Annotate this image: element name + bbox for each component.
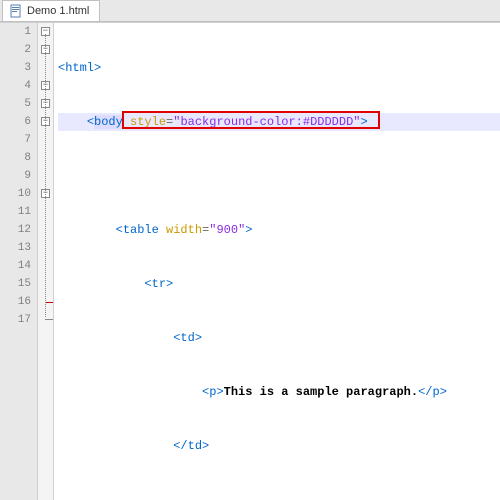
code-line[interactable]: <tr>	[58, 275, 500, 293]
code-line[interactable]	[58, 491, 500, 500]
file-icon	[9, 4, 23, 18]
tab-bar: Demo 1.html	[0, 0, 500, 22]
code-line[interactable]: <body style="background-color:#DDDDDD">	[58, 113, 500, 131]
code-line[interactable]	[58, 167, 500, 185]
code-line[interactable]: <html>	[58, 59, 500, 77]
file-tab[interactable]: Demo 1.html	[2, 0, 100, 21]
code-editor[interactable]: 1234567891011121314151617 − − − − − − <h…	[0, 22, 500, 500]
code-area[interactable]: <html> <body style="background-color:#DD…	[54, 23, 500, 500]
line-gutter: 1234567891011121314151617	[0, 23, 38, 500]
tab-label: Demo 1.html	[27, 5, 89, 17]
code-line[interactable]: <table width="900">	[58, 221, 500, 239]
fold-column: − − − − − −	[38, 23, 54, 500]
code-line[interactable]: </td>	[58, 437, 500, 455]
code-line[interactable]: <p>This is a sample paragraph.</p>	[58, 383, 500, 401]
code-line[interactable]: <td>	[58, 329, 500, 347]
